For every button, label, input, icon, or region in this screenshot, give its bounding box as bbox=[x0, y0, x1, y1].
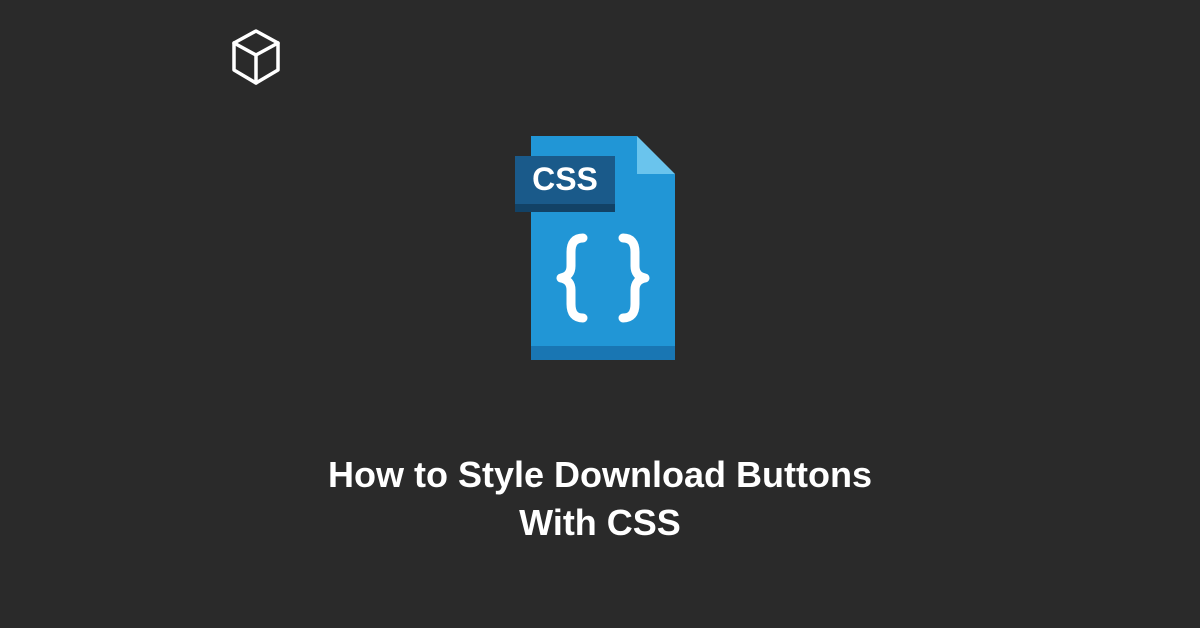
page-title: How to Style Download Buttons With CSS bbox=[0, 451, 1200, 548]
title-line-2: With CSS bbox=[0, 499, 1200, 548]
title-line-1: How to Style Download Buttons bbox=[0, 451, 1200, 500]
css-badge-label: CSS bbox=[532, 161, 598, 197]
css-file-icon: CSS bbox=[505, 128, 695, 368]
cube-logo-icon bbox=[230, 28, 282, 91]
